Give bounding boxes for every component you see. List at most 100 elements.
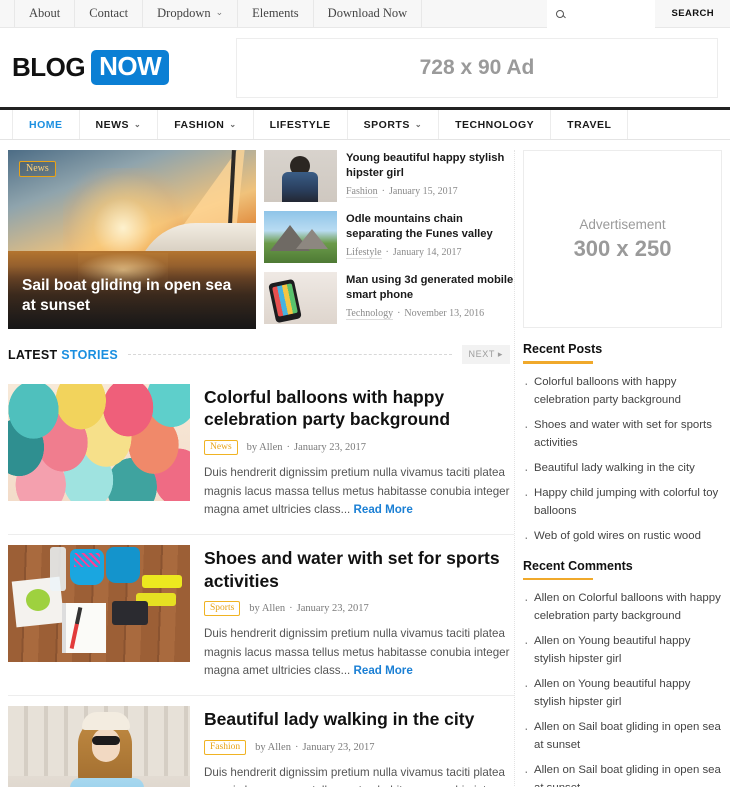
side-post-meta: Lifestyle · January 14, 2017 xyxy=(346,246,514,259)
meta-separator: · xyxy=(286,441,291,453)
sidebar-ad-300x250[interactable]: Advertisement 300 x 250 xyxy=(523,150,722,328)
side-post-title[interactable]: Odle mountains chain separating the Fune… xyxy=(346,212,514,242)
nav-item-lifestyle[interactable]: LIFESTYLE xyxy=(254,110,348,139)
chevron-down-icon: ⌄ xyxy=(229,120,237,129)
side-post-category[interactable]: Fashion xyxy=(346,185,378,198)
nav-item-label: LIFESTYLE xyxy=(269,118,331,131)
sidebar-ad-label: Advertisement xyxy=(579,216,666,232)
hero-title[interactable]: Sail boat gliding in open sea at sunset xyxy=(8,266,256,329)
article-thumbnail[interactable] xyxy=(8,384,190,501)
nav-item-label: SPORTS xyxy=(363,118,410,131)
read-more-link[interactable]: Read More xyxy=(354,664,413,677)
article-body: Shoes and water with set for sports acti… xyxy=(204,545,510,681)
side-post-meta: Technology · November 13, 2016 xyxy=(346,307,514,320)
article-category-badge[interactable]: Sports xyxy=(204,600,241,616)
site-logo[interactable]: BLOG NOW xyxy=(12,50,170,85)
nav-item-travel[interactable]: TRAVEL xyxy=(551,110,629,139)
nav-item-home[interactable]: HOME xyxy=(12,110,80,139)
featured-side-item[interactable]: Man using 3d generated mobile smart phon… xyxy=(264,272,514,324)
article-title[interactable]: Colorful balloons with happy celebration… xyxy=(204,386,510,431)
side-post-thumbnail[interactable] xyxy=(264,150,337,202)
side-post-title[interactable]: Man using 3d generated mobile smart phon… xyxy=(346,273,514,303)
section-title: LATEST STORIES xyxy=(8,348,118,362)
latest-stories-header: LATEST STORIES NEXT ▸ xyxy=(8,345,514,364)
list-item[interactable]: Allen on Sail boat gliding in open sea a… xyxy=(523,717,722,754)
article-thumbnail[interactable] xyxy=(8,545,190,663)
topbar-item-label: About xyxy=(29,6,61,20)
nav-item-sports[interactable]: SPORTS ⌄ xyxy=(348,110,440,139)
article-author: by Allen xyxy=(246,441,283,453)
article-excerpt: Duis hendrerit dignissim pretium nulla v… xyxy=(204,625,510,681)
side-post-thumbnail[interactable] xyxy=(264,272,337,324)
logo-accent-badge: NOW xyxy=(91,50,170,85)
article-thumbnail[interactable] xyxy=(8,706,190,787)
list-item[interactable]: Allen on Sail boat gliding in open sea a… xyxy=(523,760,722,787)
meta-separator: · xyxy=(385,246,389,258)
topbar-item-label: Elements xyxy=(252,6,299,20)
article-card: Shoes and water with set for sports acti… xyxy=(8,535,514,697)
article-title[interactable]: Shoes and water with set for sports acti… xyxy=(204,547,510,592)
chevron-down-icon: ⌄ xyxy=(414,120,423,129)
hero-category-badge[interactable]: News xyxy=(19,161,56,177)
read-more-link[interactable]: Read More xyxy=(354,503,413,516)
featured-side-item[interactable]: Young beautiful happy stylish hipster gi… xyxy=(264,150,514,202)
featured-side-item[interactable]: Odle mountains chain separating the Fune… xyxy=(264,211,514,263)
article-title[interactable]: Beautiful lady walking in the city xyxy=(204,708,510,730)
topbar-item-about[interactable]: About xyxy=(14,0,76,27)
banner-ad-728x90[interactable]: 728 x 90 Ad xyxy=(236,37,718,98)
search-box[interactable] xyxy=(547,0,656,28)
side-post-text: Man using 3d generated mobile smart phon… xyxy=(346,272,514,324)
recent-comments-list: Allen on Colorful balloons with happy ce… xyxy=(523,588,722,787)
nav-item-label: TRAVEL xyxy=(567,118,612,131)
widget-recent-comments: Recent Comments Allen on Colorful balloo… xyxy=(523,559,722,787)
topbar-item-download-now[interactable]: Download Now xyxy=(314,0,423,27)
search-input[interactable] xyxy=(569,7,650,20)
next-button[interactable]: NEXT ▸ xyxy=(461,345,510,364)
top-bar: About Contact Dropdown ⌄ Elements Download No… xyxy=(0,0,730,28)
nav-item-label: HOME xyxy=(29,118,63,131)
nav-item-news[interactable]: NEWS ⌄ xyxy=(80,110,159,139)
list-item[interactable]: Shoes and water with set for sports acti… xyxy=(523,415,722,452)
article-category-badge[interactable]: Fashion xyxy=(204,739,247,755)
article-meta: News by Allen · January 23, 2017 xyxy=(204,439,510,455)
nav-item-fashion[interactable]: FASHION ⌄ xyxy=(158,110,254,139)
nav-item-technology[interactable]: TECHNOLOGY xyxy=(439,110,552,139)
topbar-item-dropdown[interactable]: Dropdown ⌄ xyxy=(143,0,239,27)
article-date: January 23, 2017 xyxy=(296,602,369,614)
side-post-category[interactable]: Technology xyxy=(346,307,394,320)
article-card: Colorful balloons with happy celebration… xyxy=(8,374,514,536)
meta-separator: · xyxy=(381,185,386,197)
recent-posts-list: Colorful balloons with happy celebration… xyxy=(523,371,722,548)
list-item[interactable]: Allen on Young beautiful happy stylish h… xyxy=(523,631,722,668)
main-navigation: HOME NEWS ⌄ FASHION ⌄ LIFESTYLE SPORTS ⌄ TECHNOL… xyxy=(0,107,730,140)
list-item[interactable]: Colorful balloons with happy celebration… xyxy=(523,371,722,409)
side-post-text: Odle mountains chain separating the Fune… xyxy=(346,211,514,263)
side-post-thumbnail[interactable] xyxy=(264,211,337,263)
featured-hero-slide[interactable]: News Sail boat gliding in open sea at su… xyxy=(8,150,256,329)
top-bar-nav: About Contact Dropdown ⌄ Elements Download No… xyxy=(0,0,423,27)
chevron-down-icon: ⌄ xyxy=(134,120,142,129)
article-list: Colorful balloons with happy celebration… xyxy=(8,374,514,787)
side-post-title[interactable]: Young beautiful happy stylish hipster gi… xyxy=(346,151,514,181)
side-post-meta: Fashion · January 15, 2017 xyxy=(346,185,514,198)
side-post-date: January 14, 2017 xyxy=(392,246,462,258)
search-button[interactable]: SEARCH xyxy=(655,0,730,28)
article-body: Beautiful lady walking in the city Fashio… xyxy=(204,706,510,787)
list-item[interactable]: Allen on Colorful balloons with happy ce… xyxy=(523,588,722,625)
list-item[interactable]: Beautiful lady walking in the city xyxy=(523,458,722,480)
list-item[interactable]: Happy child jumping with colorful toy ba… xyxy=(523,483,722,520)
site-header: BLOG NOW 728 x 90 Ad xyxy=(0,28,730,107)
nav-item-label: FASHION xyxy=(174,118,225,131)
meta-separator: · xyxy=(289,602,293,614)
side-post-date: November 13, 2016 xyxy=(404,307,485,319)
article-excerpt: Duis hendrerit dignissim pretium nulla v… xyxy=(204,464,510,520)
widget-heading: Recent Comments xyxy=(523,558,633,573)
side-post-category[interactable]: Lifestyle xyxy=(346,246,382,259)
article-category-badge[interactable]: News xyxy=(204,439,238,455)
widget-heading: Recent Posts xyxy=(523,342,603,356)
topbar-item-contact[interactable]: Contact xyxy=(75,0,144,27)
list-item[interactable]: Web of gold wires on rustic wood xyxy=(523,526,722,548)
topbar-item-elements[interactable]: Elements xyxy=(238,0,314,27)
list-item[interactable]: Allen on Young beautiful happy stylish h… xyxy=(523,674,722,711)
featured-side-list: Young beautiful happy stylish hipster gi… xyxy=(264,150,514,329)
